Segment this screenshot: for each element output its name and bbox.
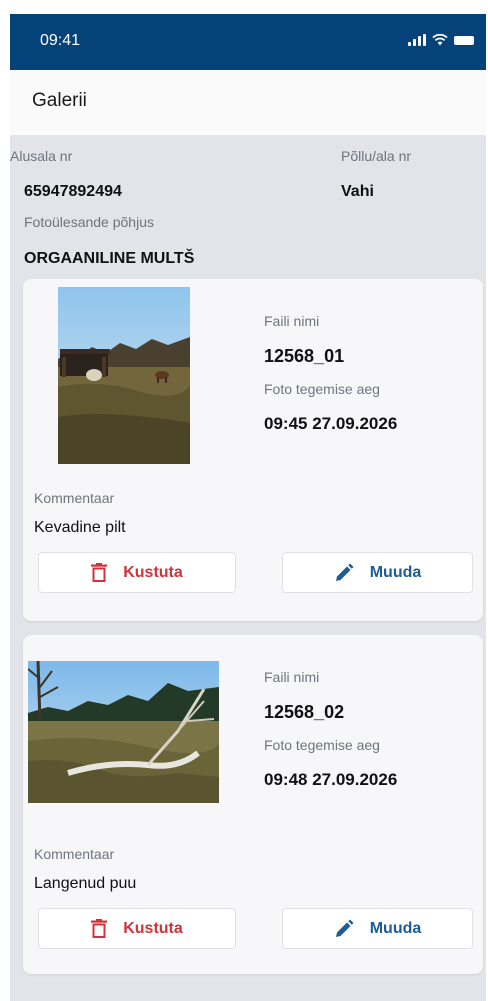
trash-icon <box>91 919 108 938</box>
photo-time-label: Foto tegemise aeg <box>264 737 380 753</box>
delete-label: Kustuta <box>123 563 183 581</box>
alusala-label: Alusala nr <box>10 148 73 164</box>
reason-value: ORGAANILINE MULTŠ <box>24 250 195 267</box>
page-title: Galerii <box>32 90 87 111</box>
delete-button[interactable]: Kustuta <box>38 908 236 949</box>
comment-label: Kommentaar <box>34 846 115 862</box>
gallery-panel: Alusala nr 65947892494 Põllu/ala nr Vahi… <box>10 136 486 1001</box>
edit-label: Muuda <box>369 563 422 581</box>
status-icons <box>408 34 474 46</box>
comment-value: Langenud puu <box>34 875 137 892</box>
battery-icon <box>454 36 474 45</box>
pencil-icon <box>335 563 354 581</box>
edit-button[interactable]: Muuda <box>282 552 473 593</box>
wifi-icon <box>432 34 448 46</box>
comment-label: Kommentaar <box>34 490 115 506</box>
photo-time-label: Foto tegemise aeg <box>264 381 380 397</box>
pencil-icon <box>335 919 354 937</box>
alusala-value: 65947892494 <box>24 183 122 200</box>
file-name-label: Faili nimi <box>264 669 320 685</box>
photo-time-value: 09:48 27.09.2026 <box>264 770 398 789</box>
file-name-value: 12568_02 <box>264 702 345 722</box>
trash-icon <box>91 563 108 582</box>
photo-card: Faili nimi 12568_02 Foto tegemise aeg 09… <box>23 635 483 974</box>
pollu-value: Vahi <box>341 183 374 200</box>
file-name-value: 12568_01 <box>264 346 345 366</box>
file-name-label: Faili nimi <box>264 313 320 329</box>
photo-card: Faili nimi 12568_01 Foto tegemise aeg 09… <box>23 279 483 621</box>
comment-value: Kevadine pilt <box>34 519 126 536</box>
reason-label: Fotoülesande põhjus <box>24 214 154 230</box>
app-header: Galerii <box>10 70 486 136</box>
pollu-label: Põllu/ala nr <box>341 148 412 164</box>
photo-thumbnail[interactable] <box>28 661 219 803</box>
edit-button[interactable]: Muuda <box>282 908 473 949</box>
delete-label: Kustuta <box>123 919 183 937</box>
status-time: 09:41 <box>40 32 81 49</box>
photo-thumbnail[interactable] <box>58 287 190 464</box>
edit-label: Muuda <box>369 919 422 937</box>
photo-time-value: 09:45 27.09.2026 <box>264 414 398 433</box>
delete-button[interactable]: Kustuta <box>38 552 236 593</box>
signal-icon <box>408 34 426 46</box>
status-bar: 09:41 <box>10 14 486 70</box>
